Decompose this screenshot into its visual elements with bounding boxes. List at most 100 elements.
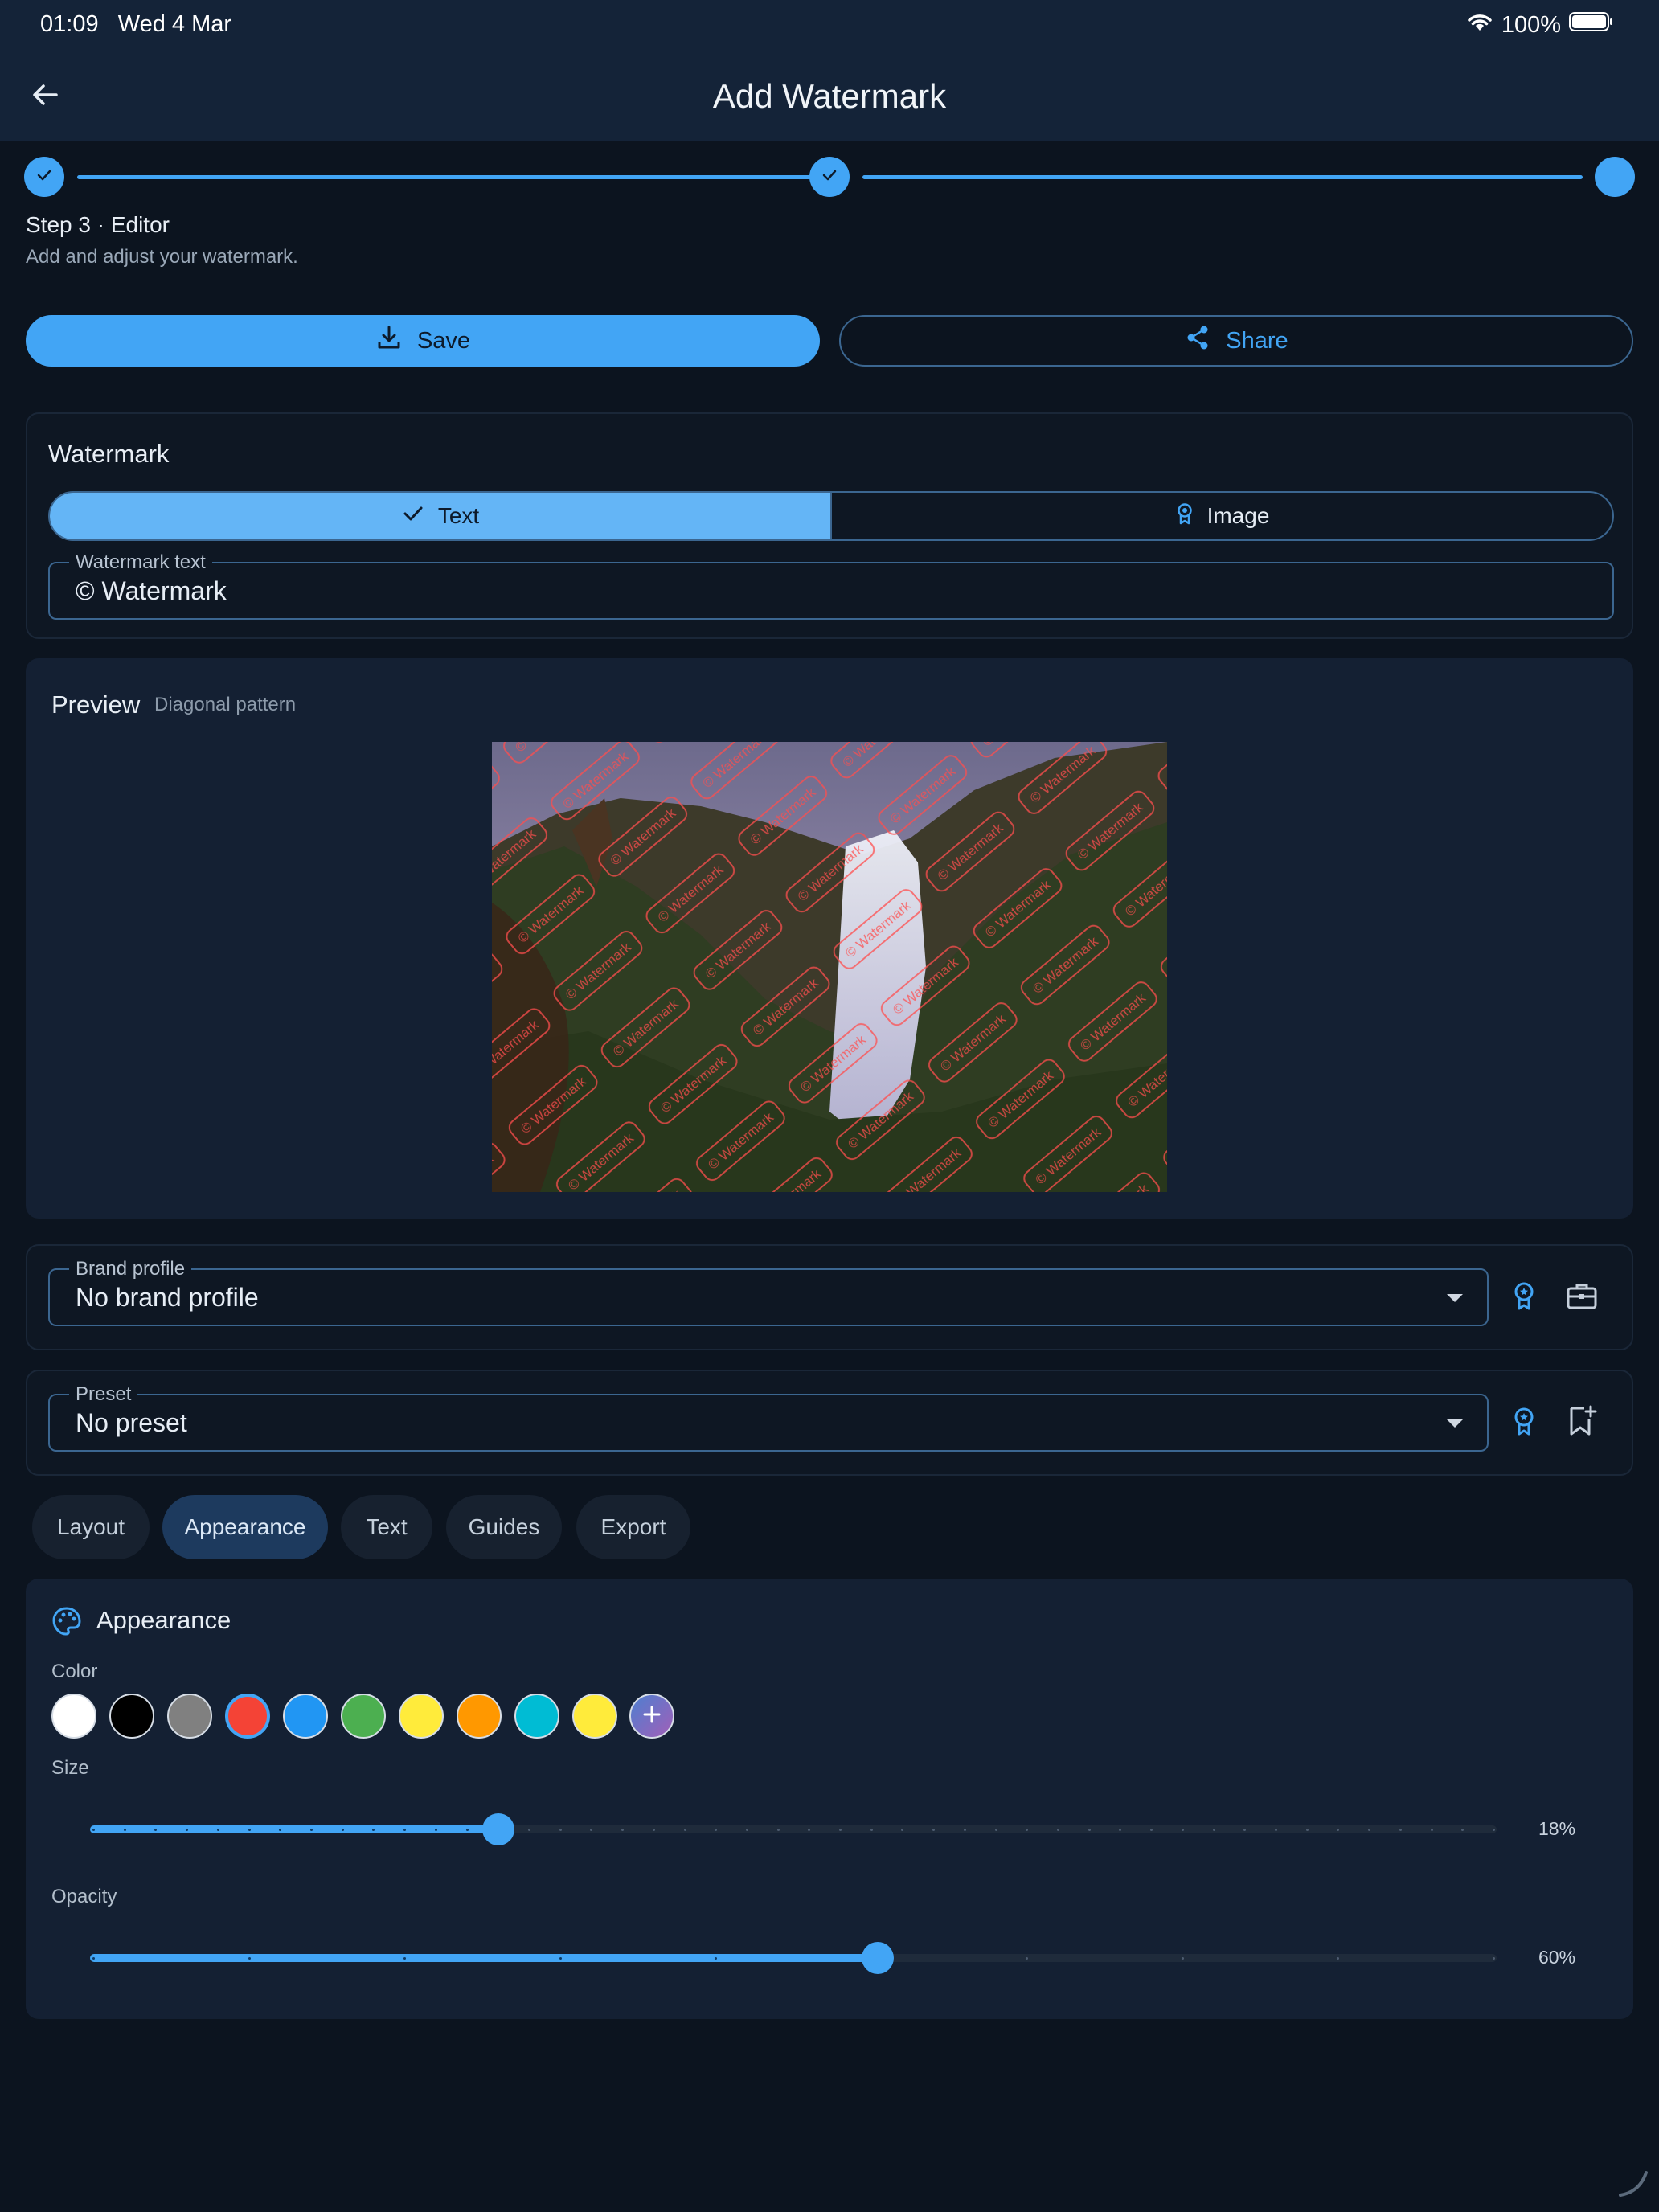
- briefcase-icon: [1566, 1281, 1598, 1314]
- slider-tick: [1026, 1957, 1029, 1960]
- slider-tick: [870, 1829, 873, 1831]
- preset-premium-button[interactable]: [1501, 1400, 1546, 1445]
- tab-text[interactable]: Text: [341, 1495, 432, 1559]
- color-swatch[interactable]: [457, 1694, 502, 1739]
- preview-image: © Watermark: [492, 742, 1167, 1192]
- tab-appearance[interactable]: Appearance: [162, 1495, 328, 1559]
- step-2-complete: [809, 157, 850, 197]
- color-swatch[interactable]: [572, 1694, 617, 1739]
- check-icon: [35, 166, 54, 189]
- slider-tick: [839, 1829, 842, 1831]
- color-label: Color: [51, 1661, 98, 1682]
- slider-tick: [1275, 1829, 1278, 1831]
- slider-tick: [309, 1829, 313, 1831]
- share-button[interactable]: Share: [839, 315, 1633, 367]
- color-swatch[interactable]: [167, 1694, 212, 1739]
- status-time: 01:09 Wed 4 Mar: [40, 11, 231, 38]
- color-swatch[interactable]: [51, 1694, 96, 1739]
- brand-premium-button[interactable]: [1501, 1275, 1546, 1320]
- waterfall-photo: © Watermark: [492, 742, 1167, 1192]
- premium-badge-icon: [1512, 1280, 1536, 1315]
- slider-tick: [1430, 1829, 1433, 1831]
- slider-tick: [559, 1829, 562, 1831]
- dropdown-arrow-icon: [1447, 1294, 1463, 1302]
- slider-tick: [1088, 1829, 1091, 1831]
- wifi-icon: [1466, 11, 1493, 39]
- status-right: 100%: [1466, 11, 1614, 39]
- slider-tick: [994, 1829, 997, 1831]
- slider-tick: [248, 1829, 251, 1831]
- tab-layout[interactable]: Layout: [32, 1495, 150, 1559]
- slider-tick: [559, 1957, 562, 1960]
- slider-tick: [216, 1829, 219, 1831]
- preset-dropdown[interactable]: Preset No preset: [48, 1383, 1489, 1452]
- step-title: Step 3 · Editor: [26, 212, 170, 237]
- add-color-button[interactable]: [629, 1694, 674, 1739]
- share-icon: [1184, 324, 1211, 358]
- color-swatch-selected[interactable]: [225, 1694, 270, 1739]
- tab-export[interactable]: Export: [576, 1495, 690, 1559]
- brand-profile-dropdown[interactable]: Brand profile No brand profile: [48, 1258, 1489, 1326]
- color-swatch[interactable]: [109, 1694, 154, 1739]
- slider-tick: [248, 1957, 251, 1960]
- slider-tick: [932, 1829, 936, 1831]
- mode-text-button[interactable]: Text: [50, 493, 830, 539]
- slider-tick: [1057, 1829, 1060, 1831]
- size-slider-thumb[interactable]: [481, 1813, 514, 1845]
- battery-percent: 100%: [1501, 11, 1561, 38]
- opacity-slider-fill: [90, 1954, 878, 1962]
- watermark-text-field[interactable]: Watermark text © Watermark: [48, 551, 1614, 620]
- slider-tick: [1243, 1829, 1247, 1831]
- slider-tick: [1119, 1829, 1122, 1831]
- slider-tick: [1461, 1829, 1464, 1831]
- step-connector-2: [862, 175, 1583, 179]
- size-slider[interactable]: [90, 1813, 1497, 1845]
- tab-guides[interactable]: Guides: [446, 1495, 562, 1559]
- slider-tick: [123, 1829, 126, 1831]
- color-swatch[interactable]: [341, 1694, 386, 1739]
- watermark-card-title: Watermark: [48, 440, 170, 468]
- size-label: Size: [51, 1757, 89, 1779]
- preview-card: Preview Diagonal pattern © Watermark: [26, 658, 1633, 1219]
- slider-tick: [901, 1829, 904, 1831]
- dropdown-arrow-icon: [1447, 1419, 1463, 1428]
- color-swatch[interactable]: [283, 1694, 328, 1739]
- preview-subtitle: Diagonal pattern: [154, 694, 297, 715]
- slider-tick: [434, 1829, 437, 1831]
- appearance-title: Appearance: [96, 1606, 231, 1634]
- mode-text-label: Text: [437, 503, 480, 528]
- step-1-complete: [24, 157, 64, 197]
- watermark-card: Watermark Text Image Watermark text © Wa…: [26, 412, 1633, 639]
- status-date: Wed 4 Mar: [117, 11, 232, 37]
- mode-image-label: Image: [1206, 503, 1270, 528]
- color-swatch[interactable]: [514, 1694, 559, 1739]
- slider-tick: [621, 1829, 625, 1831]
- slider-tick: [590, 1829, 593, 1831]
- slider-tick: [715, 1829, 718, 1831]
- slider-tick: [92, 1957, 95, 1960]
- step-subtitle: Add and adjust your watermark.: [26, 246, 298, 268]
- slider-tick: [1305, 1829, 1309, 1831]
- save-preset-button[interactable]: [1559, 1400, 1604, 1445]
- premium-badge-icon: [1512, 1406, 1536, 1440]
- status-bar: 01:09 Wed 4 Mar 100%: [0, 0, 1659, 51]
- opacity-slider-thumb[interactable]: [862, 1942, 894, 1974]
- slider-tick: [1026, 1829, 1029, 1831]
- preset-label: Preset: [69, 1383, 138, 1406]
- opacity-slider[interactable]: [90, 1942, 1497, 1974]
- brand-profile-value: No brand profile: [76, 1283, 259, 1312]
- slider-tick: [1337, 1829, 1340, 1831]
- slider-tick: [527, 1829, 530, 1831]
- save-button[interactable]: Save: [26, 315, 820, 367]
- watermark-text-value: © Watermark: [76, 576, 227, 605]
- app-bar: Add Watermark: [0, 51, 1659, 141]
- preset-card: Preset No preset: [26, 1370, 1633, 1476]
- slider-tick: [465, 1829, 469, 1831]
- brand-profiles-button[interactable]: [1559, 1275, 1604, 1320]
- check-icon: [401, 502, 425, 531]
- brand-profile-card: Brand profile No brand profile: [26, 1244, 1633, 1350]
- color-swatch[interactable]: [399, 1694, 444, 1739]
- preset-value: No preset: [76, 1408, 187, 1437]
- step-3-current: [1595, 157, 1635, 197]
- mode-image-button[interactable]: Image: [830, 493, 1612, 539]
